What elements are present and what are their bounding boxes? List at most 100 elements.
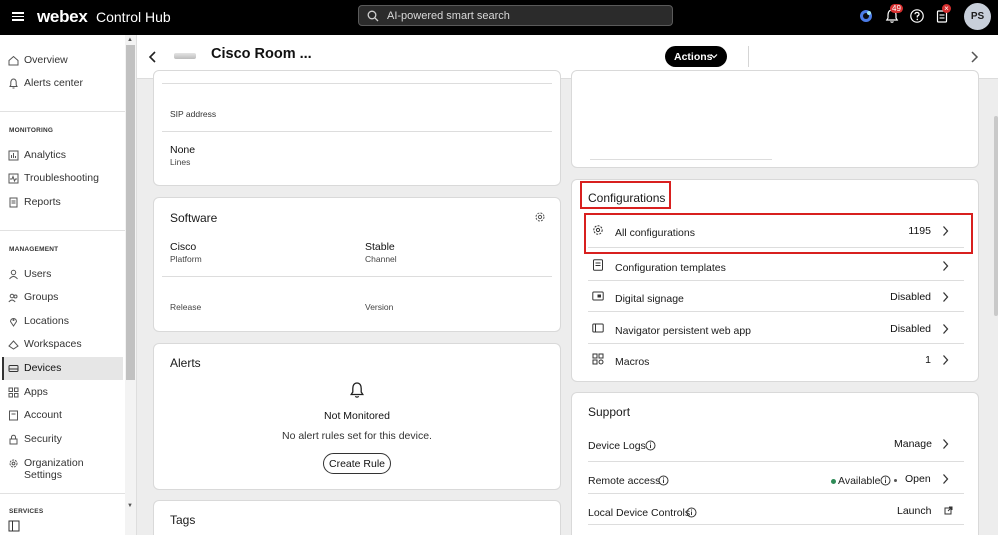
chevron-right-icon[interactable] <box>942 438 949 450</box>
launch-controls-link[interactable]: Launch <box>897 505 931 517</box>
collapse-sidebar-icon[interactable] <box>8 520 20 532</box>
gear-icon[interactable] <box>534 211 546 223</box>
chevron-right-icon[interactable] <box>942 473 949 485</box>
chevron-down-icon <box>710 54 718 59</box>
divider <box>590 159 772 160</box>
support-card: Support Device Logs Manage Remote access… <box>571 392 979 535</box>
config-row-label: Configuration templates <box>615 262 726 274</box>
actions-button[interactable]: Actions <box>665 46 727 67</box>
main-scrollbar[interactable] <box>994 116 998 316</box>
search-icon <box>367 10 379 22</box>
template-icon <box>593 259 603 271</box>
sidebar-item-analytics[interactable]: Analytics <box>2 144 123 167</box>
sidebar-item-workspaces[interactable]: Workspaces <box>2 333 123 356</box>
manage-logs-link[interactable]: Manage <box>894 438 932 450</box>
search-input[interactable] <box>387 8 667 24</box>
lines-value: None <box>170 144 196 156</box>
sidebar-item-label: Alerts center <box>24 77 83 89</box>
sidebar: Overview Alerts center MONITORING Analyt… <box>0 35 137 535</box>
config-row-navigator-persistent-web-app[interactable]: Navigator persistent web app Disabled <box>588 314 964 345</box>
device-thumbnail <box>174 53 196 59</box>
chevron-right-icon <box>943 324 949 334</box>
macro-icon <box>592 353 604 365</box>
pulse-icon <box>8 173 19 184</box>
sidebar-item-users[interactable]: Users <box>2 263 123 286</box>
menu-icon[interactable] <box>12 10 24 24</box>
sidebar-item-label: Organization Settings <box>24 457 84 481</box>
info-icon[interactable] <box>686 507 697 518</box>
config-row-macros[interactable]: Macros 1 <box>588 345 964 376</box>
config-row-digital-signage[interactable]: Digital signage Disabled <box>588 282 964 313</box>
divider <box>588 343 964 344</box>
lines-label: Lines <box>170 157 191 167</box>
status-dot <box>831 479 836 484</box>
config-row-label: Navigator persistent web app <box>615 325 751 337</box>
divider <box>588 280 964 281</box>
chevron-right-icon <box>943 355 949 365</box>
sidebar-item-alerts-center[interactable]: Alerts center <box>2 72 123 95</box>
external-link-icon[interactable] <box>944 506 953 515</box>
device-info-card <box>571 70 979 168</box>
webex-status-icon[interactable] <box>858 8 874 24</box>
sidebar-item-locations[interactable]: Locations <box>2 310 123 333</box>
forward-icon[interactable] <box>969 50 979 64</box>
back-icon[interactable] <box>148 50 158 64</box>
software-title: Software <box>170 211 218 225</box>
divider <box>0 493 125 494</box>
sidebar-item-overview[interactable]: Overview <box>2 49 123 72</box>
sidebar-item-troubleshooting[interactable]: Troubleshooting <box>2 167 123 190</box>
sidebar-item-security[interactable]: Security <box>2 428 123 451</box>
close-icon[interactable]: × <box>942 4 951 13</box>
info-icon[interactable] <box>645 440 656 451</box>
sidebar-item-label: Users <box>24 268 52 280</box>
alerts-card: Alerts Not Monitored No alert rules set … <box>153 343 561 490</box>
platform-label: Platform <box>170 254 202 264</box>
divider <box>588 493 964 494</box>
local-device-controls-label: Local Device Controls <box>588 507 691 519</box>
divider <box>162 83 552 84</box>
config-row-configuration-templates[interactable]: Configuration templates <box>588 251 964 282</box>
actions-button-label: Actions <box>674 50 713 63</box>
search-bar[interactable] <box>358 5 673 26</box>
divider <box>0 111 125 112</box>
avatar[interactable]: PS <box>964 3 991 30</box>
account-icon <box>9 410 18 421</box>
user-icon <box>9 269 18 280</box>
sidebar-item-label: Overview <box>24 54 68 66</box>
home-icon <box>8 55 19 66</box>
scroll-up-icon[interactable]: ▲ <box>127 37 133 43</box>
sidebar-item-devices[interactable]: Devices <box>2 357 123 380</box>
info-icon[interactable] <box>880 475 891 486</box>
open-remote-access-link[interactable]: Open <box>905 473 931 485</box>
platform-value: Cisco <box>170 241 197 253</box>
software-card: Software Cisco Platform Stable Channel R… <box>153 197 561 332</box>
info-icon[interactable] <box>658 475 669 486</box>
separator-dot <box>894 479 897 482</box>
config-row-value: Disabled <box>890 323 931 335</box>
config-row-label: Digital signage <box>615 293 684 305</box>
configurations-title: Configurations <box>588 191 666 205</box>
sidebar-item-groups[interactable]: Groups <box>2 286 123 309</box>
sidebar-item-label: Account <box>24 409 62 421</box>
divider <box>588 461 964 462</box>
alerts-title: Alerts <box>170 356 201 370</box>
sidebar-item-label: Security <box>24 433 62 445</box>
sidebar-item-organization-settings[interactable]: Organization Settings <box>2 452 123 481</box>
scroll-down-icon[interactable]: ▼ <box>127 503 133 509</box>
bell-icon <box>350 382 364 398</box>
report-icon <box>9 197 18 208</box>
create-rule-button[interactable]: Create Rule <box>323 453 391 474</box>
network-card: SIP address None Lines <box>153 70 561 186</box>
sidebar-item-apps[interactable]: Apps <box>2 381 123 404</box>
sidebar-scroll-thumb[interactable] <box>126 45 135 380</box>
sidebar-item-label: Reports <box>24 196 61 208</box>
top-bar: webex Control Hub 49 × PS <box>0 0 998 35</box>
version-label: Version <box>365 302 394 312</box>
sidebar-item-label: Groups <box>24 291 59 303</box>
support-title: Support <box>588 405 631 419</box>
configurations-card: Configurations All configurations 1195 C… <box>571 179 979 382</box>
sidebar-item-account[interactable]: Account <box>2 404 123 427</box>
config-row-value: 1 <box>925 354 931 366</box>
sidebar-item-reports[interactable]: Reports <box>2 191 123 214</box>
help-icon[interactable] <box>909 8 925 24</box>
